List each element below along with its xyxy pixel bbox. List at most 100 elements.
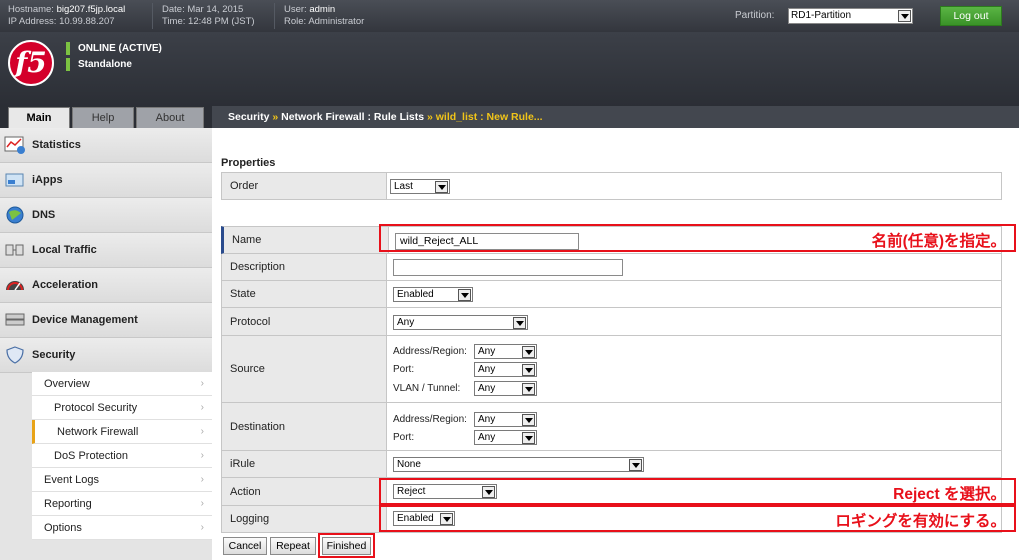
protocol-select[interactable]: Any (393, 315, 528, 330)
protocol-row: Protocol Any (221, 308, 1002, 336)
date-value: Mar 14, 2015 (187, 4, 244, 15)
user-info: User: admin Role: Administrator (284, 4, 364, 28)
source-vlan-select[interactable]: Any (474, 381, 537, 396)
repeat-button[interactable]: Repeat (270, 537, 316, 555)
sidebar-item-iapps[interactable]: iApps (0, 163, 212, 198)
sub-label: Options (44, 522, 82, 534)
source-port-value: Any (478, 364, 496, 375)
sidebar-item-label: Local Traffic (32, 244, 97, 256)
destination-port-value: Any (478, 432, 496, 443)
chevron-down-icon (629, 459, 642, 471)
sidebar-item-acceleration[interactable]: Acceleration (0, 268, 212, 303)
state-label: State (222, 281, 387, 307)
state-row: State Enabled (221, 281, 1002, 308)
chevron-right-icon: › (200, 474, 204, 485)
destination-label: Destination (222, 403, 387, 450)
source-vlan-label: VLAN / Tunnel: (393, 383, 461, 394)
order-value-cell: Last (387, 173, 1001, 199)
sidebar-sub-dos-protection[interactable]: DoS Protection › (32, 444, 212, 468)
action-annotation: Reject を選択。 (893, 486, 1006, 503)
sub-label: Protocol Security (54, 402, 138, 414)
partition-select[interactable]: RD1-Partition (788, 8, 913, 24)
logging-label: Logging (222, 506, 387, 532)
chevron-right-icon: › (200, 426, 204, 437)
sidebar-item-local-traffic[interactable]: Local Traffic (0, 233, 212, 268)
cancel-button[interactable]: Cancel (223, 537, 267, 555)
sidebar-sub-network-firewall[interactable]: Network Firewall › (32, 420, 212, 444)
description-input[interactable] (393, 259, 623, 276)
divider (152, 3, 153, 29)
sidebar-item-device-management[interactable]: Device Management (0, 303, 212, 338)
state-value: Enabled (397, 289, 434, 300)
logout-button[interactable]: Log out (940, 6, 1002, 26)
tab-help[interactable]: Help (72, 107, 134, 128)
role-label: Role: (284, 16, 307, 27)
breadcrumb-separator: » (427, 111, 433, 123)
chevron-right-icon: › (200, 402, 204, 413)
sidebar-sub-reporting[interactable]: Reporting › (32, 492, 212, 516)
chevron-down-icon (522, 383, 535, 395)
protocol-value: Any (397, 317, 415, 328)
breadcrumb-current: wild_list : New Rule... (435, 111, 543, 123)
description-label: Description (222, 254, 387, 280)
hostname-value: big207.f5jp.local (56, 4, 126, 15)
source-row: Source Address/Region: Any Port: Any VLA… (221, 336, 1002, 403)
irule-value: None (397, 459, 421, 470)
state-select[interactable]: Enabled (393, 287, 473, 302)
partition-label: Partition: (735, 10, 775, 21)
sidebar-sub-event-logs[interactable]: Event Logs › (32, 468, 212, 492)
user-value: admin (309, 4, 336, 15)
datetime-info: Date: Mar 14, 2015 Time: 12:48 PM (JST) (162, 4, 255, 28)
sub-label: Event Logs (44, 474, 100, 486)
shield-icon (6, 346, 24, 364)
breadcrumb-security[interactable]: Security (228, 111, 269, 123)
tab-about[interactable]: About (136, 107, 204, 128)
order-row: Order Last (221, 172, 1002, 200)
description-row: Description (221, 254, 1002, 281)
host-info: Hostname: big207.f5jp.local IP Address: … (8, 4, 125, 28)
sidebar-item-statistics[interactable]: Statistics (0, 128, 212, 163)
order-value: Last (394, 181, 413, 192)
breadcrumb-separator: » (272, 111, 279, 123)
source-port-label: Port: (393, 364, 415, 375)
source-port-select[interactable]: Any (474, 362, 537, 377)
destination-row: Destination Address/Region: Any Port: An… (221, 403, 1002, 451)
sidebar-item-label: Security (32, 349, 76, 361)
source-vlan-value: Any (478, 383, 496, 394)
sidebar-item-security[interactable]: Security (0, 338, 212, 373)
online-status: ONLINE (ACTIVE) (66, 42, 162, 55)
time-value: 12:48 PM (JST) (188, 16, 255, 27)
protocol-value-cell: Any (387, 308, 1001, 335)
divider (274, 3, 275, 29)
destination-port-select[interactable]: Any (474, 430, 537, 445)
destination-value-cell: Address/Region: Any Port: Any (387, 403, 1001, 450)
sidebar-sub-options[interactable]: Options › (32, 516, 212, 540)
role-value: Administrator (308, 16, 365, 27)
chevron-right-icon: › (200, 378, 204, 389)
source-address-select[interactable]: Any (474, 344, 537, 359)
action-label: Action (222, 478, 387, 505)
sidebar-item-label: iApps (32, 174, 63, 186)
destination-address-value: Any (478, 414, 496, 425)
breadcrumb-rule-lists[interactable]: Network Firewall : Rule Lists (281, 111, 424, 123)
source-value-cell: Address/Region: Any Port: Any VLAN / Tun… (387, 336, 1001, 402)
name-label: Name (224, 227, 389, 253)
irule-label: iRule (222, 451, 387, 477)
order-select[interactable]: Last (390, 179, 450, 194)
chevron-down-icon (513, 317, 526, 329)
destination-address-label: Address/Region: (393, 414, 467, 425)
sidebar-sub-protocol-security[interactable]: Protocol Security › (32, 396, 212, 420)
time-label: Time: (162, 16, 186, 27)
description-value-cell (387, 254, 1001, 280)
destination-address-select[interactable]: Any (474, 412, 537, 427)
chevron-right-icon: › (200, 450, 204, 461)
irule-select[interactable]: None (393, 457, 644, 472)
speedometer-icon (6, 281, 24, 291)
tab-main[interactable]: Main (8, 107, 70, 128)
sidebar-sub-overview[interactable]: Overview › (32, 372, 212, 396)
sidebar-item-dns[interactable]: DNS (0, 198, 212, 233)
partition-value: RD1-Partition (791, 10, 852, 21)
date-label: Date: (162, 4, 185, 15)
chevron-down-icon (435, 181, 448, 193)
chevron-down-icon (522, 346, 535, 358)
